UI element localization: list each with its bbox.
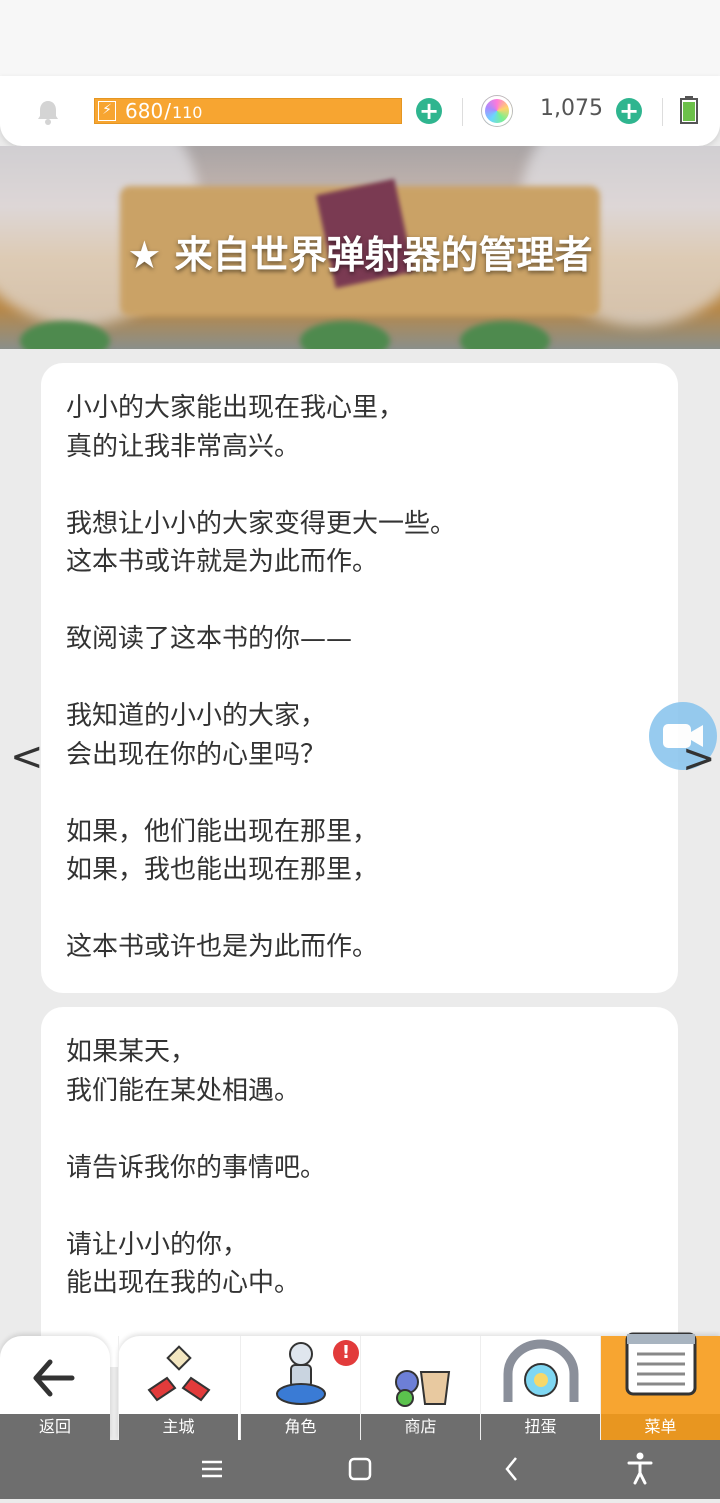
divider (662, 98, 663, 126)
text-card: 小小的大家能出现在我心里， 真的让我非常高兴。 我想让小小的大家变得更大一些。 … (41, 363, 678, 993)
shop-icon (395, 1370, 451, 1407)
home-icon (147, 1345, 211, 1402)
back-button[interactable]: 返回 (0, 1336, 110, 1440)
tab-label: 菜单 (601, 1414, 720, 1440)
paragraph: 这本书或许也是为此而作。 (66, 932, 379, 962)
home-system-icon[interactable] (348, 1440, 372, 1499)
status-area (0, 0, 720, 80)
paragraph: 小小的大家能出现在我心里， 真的让我非常高兴。 (66, 393, 405, 462)
text-card: 如果某天， 我们能在某处相遇。 请告诉我你的事情吧。 请让小小的你， 能出现在我… (41, 1007, 678, 1367)
paragraph: 如果，他们能出现在那里， 如果，我也能出现在那里， (66, 816, 379, 886)
resource-bar: ⚡ 680/110 + 1,075 + (0, 76, 720, 146)
gem-count: 1,075 (540, 96, 603, 121)
paragraph: 我知道的小小的大家， 会出现在你的心里吗？ (66, 701, 327, 770)
tab-group: 主城 ! 角色 商店 扭蛋 菜单 (118, 1332, 720, 1440)
paragraph: 我想让小小的大家变得更大一些。 这本书或许就是为此而作。 (66, 508, 457, 578)
prev-page-button[interactable]: < (10, 734, 44, 780)
tab-label: 扭蛋 (481, 1414, 600, 1440)
energy-icon: ⚡ (98, 101, 116, 121)
paragraph: 请让小小的你， 能出现在我的心中。 (66, 1229, 301, 1299)
back-label: 返回 (0, 1414, 110, 1440)
divider (462, 98, 463, 126)
tab-label: 主城 (119, 1414, 238, 1440)
menu-icon (625, 1332, 697, 1396)
tab-gacha[interactable]: 扭蛋 (480, 1336, 600, 1440)
character-icon (276, 1342, 326, 1405)
energy-separator: / (164, 99, 171, 123)
tab-character[interactable]: ! 角色 (240, 1336, 360, 1440)
back-system-icon[interactable] (502, 1440, 522, 1499)
energy-bar: ⚡ 680/110 (94, 98, 402, 124)
bottom-tab-bar: 返回 主城 ! 角色 商店 扭蛋 菜单 (0, 1332, 720, 1440)
paragraph: 致阅读了这本书的你—— (66, 624, 353, 654)
paragraph: 如果某天， 我们能在某处相遇。 (66, 1037, 301, 1106)
bell-icon[interactable] (34, 98, 62, 126)
gem-icon (482, 96, 512, 126)
back-arrow-icon (33, 1359, 75, 1397)
tab-label: 商店 (361, 1414, 480, 1440)
system-navigation-bar (0, 1440, 720, 1499)
tab-home[interactable]: 主城 (118, 1336, 238, 1440)
battery-icon (680, 96, 698, 124)
next-page-button[interactable]: > (682, 736, 716, 782)
add-gem-button[interactable]: + (616, 98, 642, 124)
add-energy-button[interactable]: + (416, 98, 442, 124)
paragraph: 请告诉我你的事情吧。 (66, 1152, 327, 1183)
tab-shop[interactable]: 商店 (360, 1336, 480, 1440)
recents-icon[interactable] (200, 1440, 224, 1499)
energy-current: 680 (125, 99, 164, 123)
notification-badge: ! (333, 1340, 359, 1366)
tab-label: 角色 (241, 1414, 360, 1440)
accessibility-icon[interactable] (626, 1440, 654, 1499)
gacha-icon (503, 1339, 579, 1402)
page-title: ★ 来自世界弹射器的管理者 (127, 233, 593, 277)
energy-max: 110 (171, 103, 203, 122)
tab-menu[interactable]: 菜单 (600, 1332, 720, 1440)
